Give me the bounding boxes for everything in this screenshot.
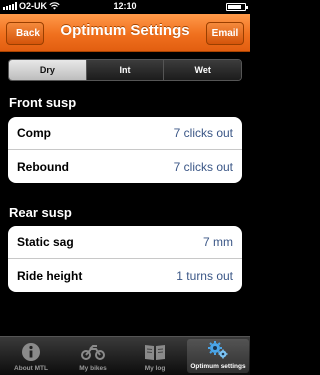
segment-dry[interactable]: Dry	[9, 60, 87, 80]
tab-about-mtl-label: About MTL	[14, 365, 48, 372]
rear-ride-height-value: 1 turns out	[176, 268, 233, 283]
tab-about-mtl[interactable]: About MTL	[0, 337, 62, 375]
status-bar: O2-UK 12:10	[0, 0, 250, 14]
status-time: 12:10	[113, 1, 137, 11]
email-button[interactable]: Email	[206, 22, 244, 45]
tab-my-bikes[interactable]: My bikes	[62, 337, 124, 375]
battery-level	[228, 5, 242, 9]
front-susp-group: Comp 7 clicks out Rebound 7 clicks out	[8, 117, 242, 183]
front-rebound-label: Rebound	[17, 159, 69, 174]
tab-my-log-label: My log	[144, 365, 166, 372]
tab-my-log[interactable]: My log	[124, 337, 186, 375]
segment-int[interactable]: Int	[86, 60, 165, 80]
motorbike-icon	[81, 341, 105, 363]
front-comp-label: Comp	[17, 126, 51, 140]
segment-wet[interactable]: Wet	[164, 60, 241, 80]
front-comp-row[interactable]: Comp 7 clicks out	[8, 117, 242, 150]
tab-optimum-settings-label: Optimum settings	[190, 363, 246, 370]
rear-static-sag-label: Static sag	[17, 235, 74, 249]
rear-static-sag-row[interactable]: Static sag 7 mm	[8, 226, 242, 259]
front-susp-heading: Front susp	[9, 95, 77, 110]
rear-susp-heading: Rear susp	[9, 205, 72, 220]
gears-icon	[206, 339, 230, 361]
front-rebound-value: 7 clicks out	[173, 159, 233, 174]
battery-icon	[226, 3, 248, 11]
rear-static-sag-value: 7 mm	[203, 235, 233, 249]
logbook-icon	[143, 341, 167, 363]
rear-susp-group: Static sag 7 mm Ride height 1 turns out	[8, 226, 242, 292]
back-button-label: Back	[16, 28, 40, 39]
rear-ride-height-label: Ride height	[17, 268, 83, 283]
email-button-label: Email	[211, 28, 239, 39]
front-rebound-row[interactable]: Rebound 7 clicks out	[8, 150, 242, 183]
front-comp-value: 7 clicks out	[173, 126, 233, 140]
navigation-bar: Back Optimum Settings Email	[0, 14, 250, 52]
rear-ride-height-row[interactable]: Ride height 1 turns out	[8, 259, 242, 292]
info-icon	[19, 341, 43, 363]
tab-optimum-settings[interactable]: Optimum settings	[187, 339, 249, 373]
tab-bar: About MTL My bikes My log Optimum settin…	[0, 336, 250, 375]
conditions-segmented-control: Dry Int Wet	[8, 59, 242, 81]
tab-my-bikes-label: My bikes	[79, 365, 107, 372]
